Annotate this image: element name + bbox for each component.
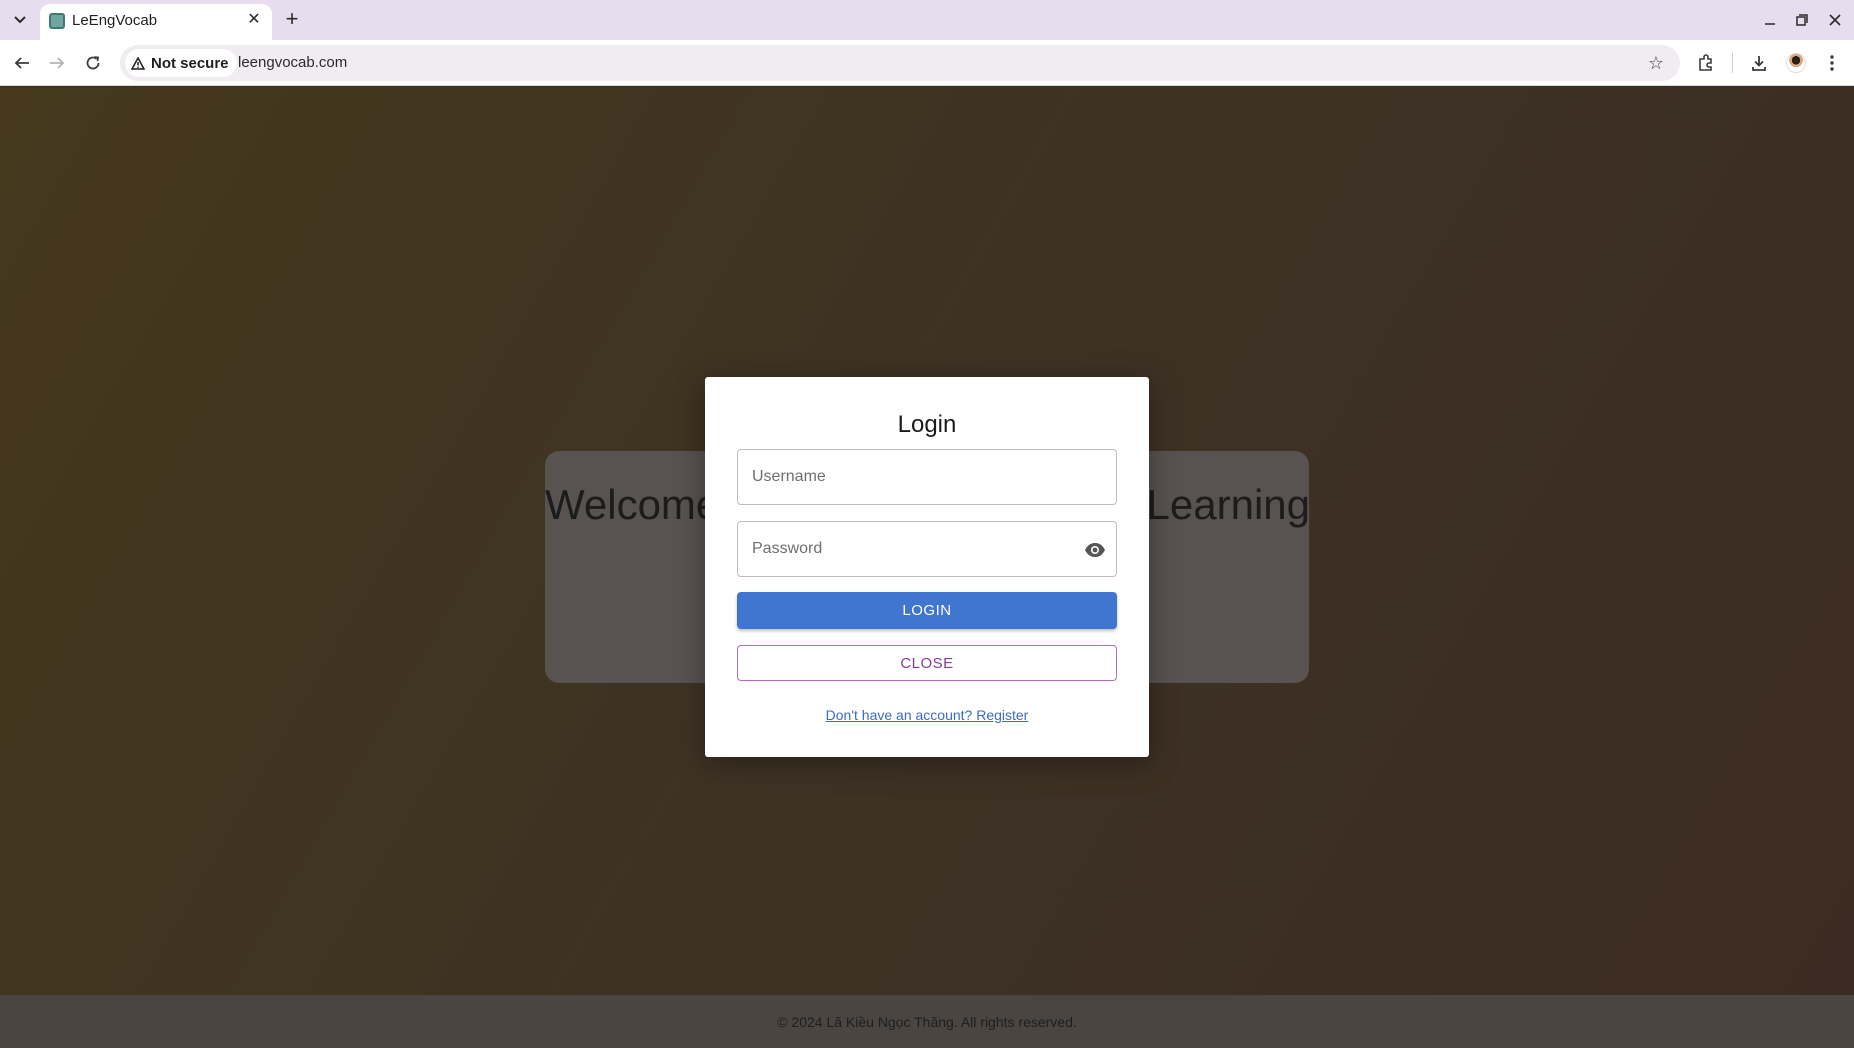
register-link[interactable]: Don't have an account? Register <box>705 707 1149 723</box>
extensions-puzzle-icon[interactable] <box>1692 49 1720 77</box>
login-modal: Login LOGIN CLOSE Don't have an account?… <box>705 377 1149 757</box>
security-label: Not secure <box>151 54 229 72</box>
close-button[interactable]: CLOSE <box>737 645 1117 681</box>
avatar-icon <box>1786 53 1806 73</box>
back-arrow-icon[interactable] <box>8 49 36 77</box>
bookmark-star-icon[interactable]: ☆ <box>1644 51 1668 75</box>
login-button[interactable]: LOGIN <box>737 592 1117 629</box>
restore-window-icon[interactable] <box>1790 8 1814 32</box>
username-input[interactable] <box>738 450 1116 504</box>
minimize-window-icon[interactable] <box>1758 8 1782 32</box>
page-footer: © 2024 Lã Kiều Ngọc Thăng. All rights re… <box>0 995 1854 1048</box>
close-button-label: CLOSE <box>900 654 954 672</box>
download-icon[interactable] <box>1745 49 1773 77</box>
password-field[interactable] <box>737 521 1117 577</box>
security-indicator[interactable]: Not secure <box>125 49 237 77</box>
modal-title: Login <box>897 411 957 438</box>
url-text[interactable]: leengvocab.com <box>238 54 347 71</box>
profile-avatar[interactable] <box>1782 49 1810 77</box>
show-password-eye-icon[interactable] <box>1084 539 1106 561</box>
password-input[interactable] <box>738 522 1116 576</box>
footer-copyright: © 2024 Lã Kiều Ngọc Thăng. All rights re… <box>777 1013 1077 1030</box>
tab-title: LeEngVocab <box>72 12 158 29</box>
warning-triangle-icon <box>131 56 145 70</box>
more-menu-icon[interactable] <box>1818 49 1846 77</box>
browser-tab-bar: LeEngVocab ✕ + <box>0 0 1854 40</box>
site-favicon-icon <box>49 13 65 29</box>
toolbar-divider <box>1732 53 1733 73</box>
login-button-label: LOGIN <box>902 602 952 619</box>
address-bar[interactable]: Not secure leengvocab.com ☆ <box>120 45 1680 81</box>
tab-search-chevron-icon[interactable] <box>8 8 32 32</box>
browser-toolbar: Not secure leengvocab.com ☆ <box>0 40 1854 86</box>
username-field[interactable] <box>737 449 1117 505</box>
tab-close-icon[interactable]: ✕ <box>244 10 264 30</box>
close-window-icon[interactable] <box>1823 8 1847 32</box>
browser-tab[interactable]: LeEngVocab ✕ <box>40 4 272 40</box>
new-tab-plus-icon[interactable]: + <box>281 6 303 32</box>
forward-arrow-icon[interactable] <box>43 49 71 77</box>
reload-icon[interactable] <box>79 49 107 77</box>
